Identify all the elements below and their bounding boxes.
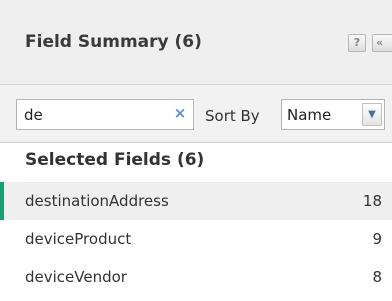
field-count: 18 xyxy=(362,192,382,210)
panel-title: Field Summary (6) xyxy=(25,32,202,52)
section-title: Selected Fields (6) xyxy=(25,150,205,170)
field-summary-panel: Field Summary (6) ? « × Sort By Name ▼ S… xyxy=(0,0,392,301)
sort-select-value: Name xyxy=(287,106,332,124)
sort-by-label: Sort By xyxy=(205,107,260,125)
field-list: destinationAddress 18 deviceProduct 9 de… xyxy=(0,182,392,296)
field-name: deviceProduct xyxy=(25,230,132,248)
chevron-down-icon[interactable]: ▼ xyxy=(362,103,382,126)
field-row[interactable]: deviceProduct 9 xyxy=(0,220,392,258)
panel-header: Field Summary (6) ? « xyxy=(0,0,392,85)
help-icon[interactable]: ? xyxy=(348,34,366,52)
field-row[interactable]: deviceVendor 8 xyxy=(0,258,392,296)
collapse-icon[interactable]: « xyxy=(372,34,392,52)
field-row[interactable]: destinationAddress 18 xyxy=(0,182,392,220)
search-box: × xyxy=(16,99,194,130)
field-count: 9 xyxy=(372,230,382,248)
field-count: 8 xyxy=(372,268,382,286)
sort-select[interactable]: Name ▼ xyxy=(281,99,385,130)
field-name: deviceVendor xyxy=(25,268,127,286)
clear-icon[interactable]: × xyxy=(169,102,191,126)
filter-controls: × Sort By Name ▼ xyxy=(0,85,392,143)
search-input[interactable] xyxy=(17,100,167,129)
field-name: destinationAddress xyxy=(25,192,169,210)
